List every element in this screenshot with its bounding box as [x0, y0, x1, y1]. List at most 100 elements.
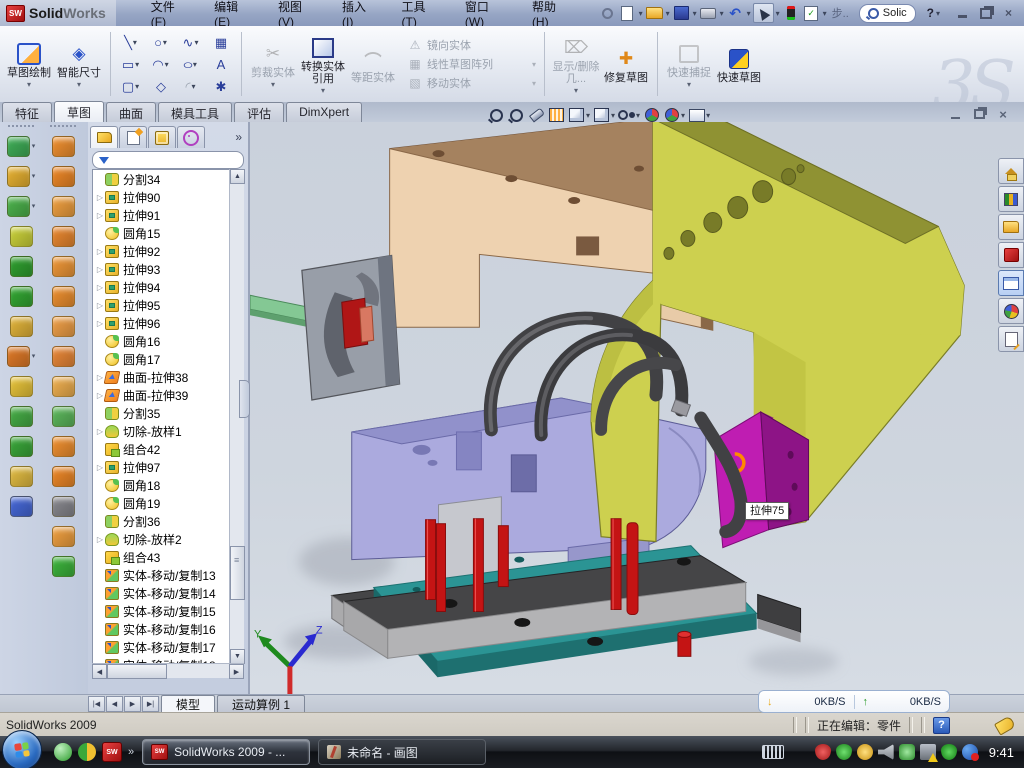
tree-item-切除-放样1[interactable]: ▷切除-放样1 — [93, 422, 243, 440]
downloader-tray-icon[interactable] — [962, 744, 978, 760]
search-box[interactable]: Solic — [859, 4, 916, 23]
mirror-entities-button[interactable]: ⚠ 镜向实体 — [408, 37, 536, 53]
new-document-button[interactable] — [618, 4, 637, 22]
messenger-quicklaunch-icon[interactable] — [54, 743, 72, 761]
ribbon-tab-草图[interactable]: 草图 — [54, 101, 104, 123]
mold-tool-icon[interactable] — [52, 311, 75, 341]
mold-tool-icon[interactable] — [10, 281, 33, 311]
pan-button[interactable] — [528, 107, 545, 123]
close-button[interactable]: × — [1001, 7, 1016, 20]
line-tool-icon[interactable]: ╲▾ — [117, 32, 145, 52]
options-button[interactable] — [802, 4, 821, 22]
tree-item-实体-移动/复制14[interactable]: 实体-移动/复制14 — [93, 584, 243, 602]
apply-scene-button[interactable]: ▾ — [663, 107, 685, 123]
rectangle-tool-icon[interactable]: ▭▾ — [117, 54, 145, 74]
feature-filter-box[interactable] — [92, 151, 244, 169]
zoom-area-button[interactable] — [508, 107, 525, 123]
tab-featuremanager[interactable] — [90, 126, 118, 148]
status-help-icon[interactable]: ? — [933, 717, 950, 734]
expand-arrow-icon[interactable]: ▷ — [95, 463, 105, 472]
linear-sketch-pattern-button[interactable]: ▦ 线性草图阵列 ▾ — [408, 56, 536, 72]
tab-dimxpertmanager[interactable] — [177, 126, 205, 148]
mold-tool-icon[interactable] — [52, 371, 75, 401]
next-tab-button[interactable]: ▶ — [124, 696, 141, 712]
restore-button[interactable] — [978, 7, 993, 20]
tree-item-圆角18[interactable]: 圆角18 — [93, 476, 243, 494]
tree-item-实体-移动/复制13[interactable]: 实体-移动/复制13 — [93, 566, 243, 584]
spline-tool-icon[interactable]: ∿▾ — [177, 32, 205, 52]
tree-item-分割36[interactable]: 分割36 — [93, 512, 243, 530]
tree-item-实体-移动/复制16[interactable]: 实体-移动/复制16 — [93, 620, 243, 638]
mold-tool-icon[interactable] — [10, 221, 33, 251]
toolbar-overflow-item[interactable]: 步.. — [832, 5, 849, 21]
help-button[interactable]: ? — [927, 6, 934, 20]
tab-model[interactable]: 模型 — [161, 695, 215, 713]
tree-item-组合43[interactable]: 组合43 — [93, 548, 243, 566]
tree-item-圆角17[interactable]: 圆角17 — [93, 350, 243, 368]
tree-item-拉伸90[interactable]: ▷拉伸90 — [93, 188, 243, 206]
solidworks-quicklaunch-icon[interactable]: SW — [102, 742, 122, 762]
mold-tool-icon[interactable]: ▾ — [7, 341, 36, 371]
tree-item-拉伸92[interactable]: ▷拉伸92 — [93, 242, 243, 260]
start-button[interactable] — [2, 730, 42, 768]
tree-item-拉伸95[interactable]: ▷拉伸95 — [93, 296, 243, 314]
mold-tool-icon[interactable] — [52, 131, 75, 161]
mold-tool-icon[interactable] — [52, 251, 75, 281]
last-tab-button[interactable]: ▶| — [142, 696, 159, 712]
ribbon-tab-特征[interactable]: 特征 — [2, 102, 52, 122]
ellipse-tool-icon[interactable]: ○▾ — [177, 54, 205, 74]
model-3d[interactable]: Y Z X — [250, 122, 1024, 694]
tree-item-实体-移动/复制15[interactable]: 实体-移动/复制15 — [93, 602, 243, 620]
expand-arrow-icon[interactable]: ▷ — [95, 193, 105, 202]
ribbon-tab-DimXpert[interactable]: DimXpert — [286, 102, 362, 122]
rapid-sketch-button[interactable]: 快速草图 — [714, 44, 764, 84]
display-delete-relations-button[interactable]: ⌦ 显示/删除几... ▾ — [551, 33, 601, 95]
taskpane-custom-properties-button[interactable] — [998, 326, 1024, 352]
quick-snaps-button[interactable]: 快速捕捉 ▾ — [664, 39, 714, 89]
sketch-fillet-tool-icon[interactable]: ◜▾ — [177, 76, 205, 96]
horizontal-scrollbar[interactable]: ◀ ▶ — [92, 663, 244, 678]
mold-tool-icon[interactable] — [10, 401, 33, 431]
mold-tool-icon[interactable] — [10, 431, 33, 461]
mold-tool-icon[interactable] — [52, 521, 75, 551]
tree-item-圆角16[interactable]: 圆角16 — [93, 332, 243, 350]
select-button[interactable] — [753, 3, 774, 23]
taskpane-file-explorer-button[interactable] — [998, 214, 1024, 240]
tree-item-拉伸94[interactable]: ▷拉伸94 — [93, 278, 243, 296]
mold-tool-icon[interactable] — [52, 431, 75, 461]
tree-item-曲面-拉伸38[interactable]: ▷曲面-拉伸38 — [93, 368, 243, 386]
scroll-up-button[interactable]: ▲ — [230, 169, 245, 184]
doc-close-button[interactable]: × — [996, 108, 1010, 120]
mold-tool-icon[interactable]: ▾ — [7, 131, 36, 161]
scroll-left-button[interactable]: ◀ — [92, 664, 107, 679]
expand-arrow-icon[interactable]: ▷ — [95, 247, 105, 256]
tree-item-组合42[interactable]: 组合42 — [93, 440, 243, 458]
sketch-button[interactable]: 草图绘制 ▾ — [4, 39, 54, 89]
mold-tool-icon[interactable] — [52, 341, 75, 371]
mold-tool-icon[interactable]: ▾ — [7, 161, 36, 191]
expand-arrow-icon[interactable]: ▷ — [95, 535, 105, 544]
taskpane-design-library-button[interactable] — [998, 186, 1024, 212]
mold-tool-icon[interactable] — [52, 161, 75, 191]
expand-arrow-icon[interactable]: ▷ — [95, 427, 105, 436]
mold-tool-icon[interactable] — [52, 551, 75, 581]
view-orientation-button[interactable]: ▾ — [593, 107, 615, 123]
first-tab-button[interactable]: |◀ — [88, 696, 105, 712]
undo-button[interactable]: ↶ — [726, 4, 745, 22]
minimize-button[interactable] — [955, 7, 970, 20]
section-view-button[interactable] — [548, 107, 565, 123]
mold-tool-icon[interactable] — [10, 461, 33, 491]
mold-tool-icon[interactable] — [52, 281, 75, 311]
smart-dimension-button[interactable]: ◈ 智能尺寸 ▾ — [54, 39, 104, 89]
expand-arrow-icon[interactable]: ▷ — [95, 319, 105, 328]
offset-entities-button[interactable]: ⌒ 等距实体 — [348, 44, 398, 84]
expand-arrow-icon[interactable]: ▷ — [95, 283, 105, 292]
tree-item-实体-移动/复制17[interactable]: 实体-移动/复制17 — [93, 638, 243, 656]
keyboard-layout-icon[interactable] — [762, 745, 784, 759]
taskpane-solidworks-resources-button[interactable] — [998, 242, 1024, 268]
mold-tool-icon[interactable] — [10, 251, 33, 281]
mold-tool-icon[interactable] — [52, 461, 75, 491]
mold-tool-icon[interactable] — [52, 401, 75, 431]
antivirus-tray-icon[interactable] — [941, 744, 957, 760]
tree-item-拉伸91[interactable]: ▷拉伸91 — [93, 206, 243, 224]
